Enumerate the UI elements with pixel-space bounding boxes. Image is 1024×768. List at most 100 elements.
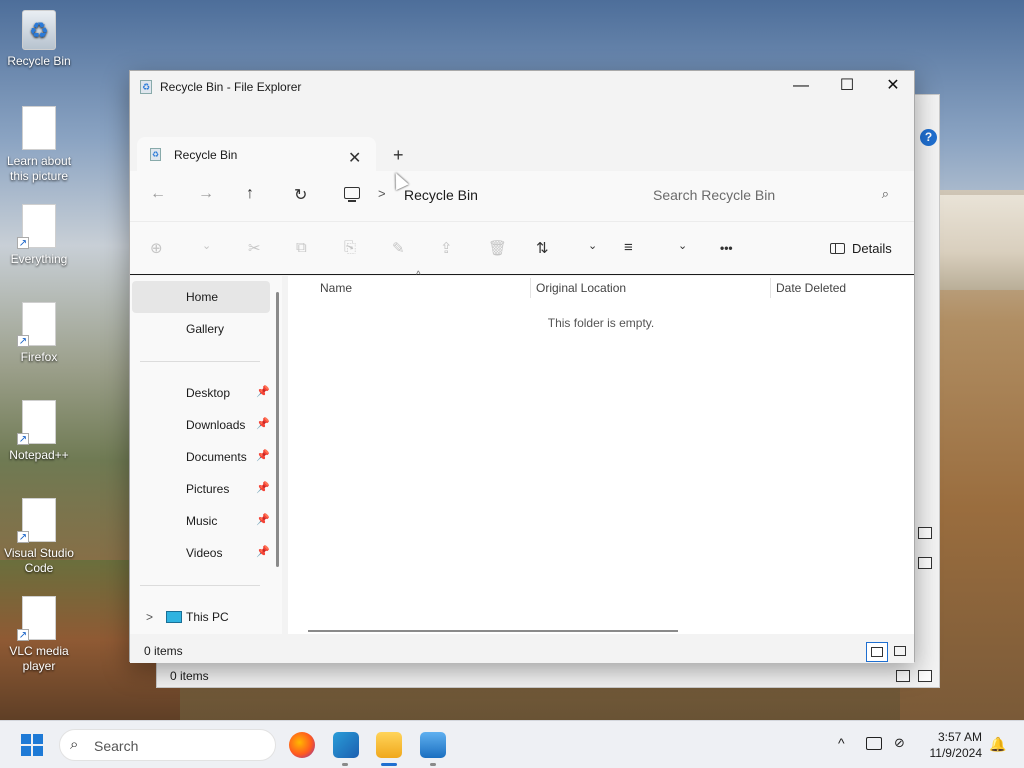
breadcrumb-separator[interactable]: > — [378, 186, 386, 201]
desktop-icon-firefox[interactable]: ↗ Firefox — [4, 302, 74, 365]
close-button[interactable]: ✕ — [870, 71, 916, 101]
taskbar-search-box[interactable]: ⌕ Search — [59, 729, 276, 761]
title-bar[interactable]: ♻ Recycle Bin - File Explorer — ☐ ✕ — [130, 71, 914, 103]
maximize-button[interactable]: ☐ — [824, 71, 870, 101]
minimize-button[interactable]: — — [778, 71, 824, 101]
file-icon: ↗ — [17, 498, 56, 543]
sidebar-item-label: Pictures — [186, 482, 230, 496]
details-view-icon[interactable] — [896, 670, 910, 682]
help-icon[interactable]: ? — [920, 129, 937, 146]
sidebar-item-desktop[interactable]: Desktop 📌 — [132, 377, 270, 409]
status-bar: 0 items — [130, 637, 914, 663]
cut-button[interactable]: ✂ — [248, 239, 261, 257]
breadcrumb-recycle-bin[interactable]: Recycle Bin — [404, 187, 478, 203]
pin-icon[interactable]: 📌 — [256, 417, 270, 430]
more-options-button[interactable]: ••• — [720, 241, 733, 255]
back-button[interactable]: ← — [150, 185, 166, 203]
navigation-bar: ← → ↑ ↻ > Recycle Bin Search Recycle Bin… — [130, 171, 914, 221]
sidebar-item-label: Home — [186, 290, 219, 304]
desktop-icon-learn-about-picture[interactable]: Learn about this picture — [4, 106, 74, 184]
column-header-name[interactable]: Name — [320, 281, 352, 295]
share-button[interactable]: ⇪ — [440, 239, 453, 257]
file-list[interactable]: ^ Name Original Location Date Deleted Th… — [288, 270, 914, 634]
desktop-icon-everything[interactable]: ↗ Everything — [4, 204, 74, 267]
recycle-bin-icon: ♻ — [22, 10, 56, 50]
sort-button[interactable]: ⇅ — [536, 239, 549, 257]
windows-logo-icon — [21, 734, 31, 744]
details-view-icon[interactable] — [918, 527, 932, 539]
pin-icon[interactable]: 📌 — [256, 513, 270, 526]
tiles-view-icon[interactable] — [918, 557, 932, 569]
column-header-date-deleted[interactable]: Date Deleted — [776, 281, 846, 295]
refresh-button[interactable]: ↻ — [294, 185, 307, 205]
pin-icon[interactable]: 📌 — [256, 481, 270, 494]
sidebar-item-pictures[interactable]: Pictures 📌 — [132, 473, 270, 505]
desktop-icon-recycle-bin[interactable]: ♻ Recycle Bin — [4, 10, 74, 69]
system-clock[interactable]: 3:57 AM 11/9/2024 — [920, 729, 983, 761]
window-title: Recycle Bin - File Explorer — [160, 80, 302, 94]
search-input[interactable]: Search Recycle Bin ⌕ — [641, 179, 903, 211]
address-bar[interactable]: > Recycle Bin — [332, 179, 632, 211]
tiles-view-icon[interactable] — [918, 670, 932, 682]
details-view-button[interactable] — [866, 642, 888, 662]
windows-logo-icon — [33, 734, 43, 744]
this-pc-icon — [166, 611, 182, 623]
column-divider[interactable] — [770, 278, 771, 298]
photos-taskbar-icon[interactable] — [420, 732, 446, 758]
notification-bell-icon[interactable]: 🔔 — [989, 736, 1006, 753]
new-dropdown-icon[interactable]: ⌄ — [202, 239, 211, 252]
paste-button[interactable]: ⎘ — [344, 239, 356, 256]
empty-folder-message: This folder is empty. — [547, 316, 655, 330]
rename-button[interactable]: ✎ — [392, 239, 405, 257]
desktop-icon-notepad-plus-plus[interactable]: ↗ Notepad++ — [4, 400, 74, 463]
sidebar-item-label: Desktop — [186, 386, 231, 400]
new-button[interactable]: ⊕ — [150, 239, 163, 257]
copy-button[interactable]: ⧉ — [296, 239, 307, 256]
sidebar-item-label: Videos — [186, 546, 223, 560]
sidebar-item-music[interactable]: Music 📌 — [132, 505, 270, 537]
up-button[interactable]: ↑ — [246, 185, 254, 203]
sidebar-scrollbar[interactable] — [276, 292, 279, 567]
desktop-icon-label: Everything — [10, 252, 68, 266]
chevron-right-icon[interactable]: > — [146, 610, 153, 624]
details-pane-button[interactable]: Details — [830, 241, 892, 256]
sidebar-item-this-pc[interactable]: > This PC — [132, 601, 270, 633]
tiles-view-icon — [894, 646, 906, 656]
volume-muted-icon[interactable]: ⊘ — [894, 735, 905, 751]
tab-close-icon[interactable]: ✕ — [348, 148, 361, 168]
sidebar-item-label: Documents — [186, 450, 247, 464]
start-button[interactable] — [21, 734, 43, 756]
desktop-icon-vlc[interactable]: ↗ VLC media player — [4, 596, 74, 674]
show-hidden-icons-chevron[interactable]: ^ — [838, 735, 845, 751]
desktop-icon-vscode[interactable]: ↗ Visual Studio Code — [4, 498, 74, 576]
file-explorer-taskbar-icon[interactable] — [376, 732, 402, 758]
pin-icon[interactable]: 📌 — [256, 385, 270, 398]
sidebar-item-gallery[interactable]: Gallery — [132, 313, 270, 345]
horizontal-scrollbar[interactable] — [308, 630, 678, 632]
view-dropdown-icon[interactable]: ⌄ — [678, 239, 687, 252]
column-divider[interactable] — [530, 278, 531, 298]
firefox-taskbar-icon[interactable] — [289, 732, 315, 758]
tiles-view-button[interactable] — [890, 642, 912, 662]
new-tab-button[interactable]: + — [393, 145, 404, 166]
file-explorer-window[interactable]: ♻ Recycle Bin - File Explorer — ☐ ✕ ♻ Re… — [129, 70, 915, 663]
tab-recycle-bin[interactable]: ♻ Recycle Bin — [137, 137, 376, 171]
sidebar-item-label: Music — [186, 514, 218, 528]
sidebar-item-documents[interactable]: Documents 📌 — [132, 441, 270, 473]
navigation-pane: Home Gallery Desktop 📌 Downloads 📌 Documen… — [130, 276, 282, 634]
sort-dropdown-icon[interactable]: ⌄ — [588, 239, 597, 252]
forward-button[interactable]: → — [198, 185, 214, 203]
app-active-indicator — [381, 763, 397, 766]
delete-button[interactable]: 🗑 — [488, 239, 507, 257]
vscode-taskbar-icon[interactable] — [333, 732, 359, 758]
pin-icon[interactable]: 📌 — [256, 449, 270, 462]
pin-icon[interactable]: 📌 — [256, 545, 270, 558]
search-placeholder: Search — [94, 738, 139, 754]
view-button[interactable]: ≡ — [624, 239, 633, 256]
column-header-original-location[interactable]: Original Location — [536, 281, 626, 295]
tab-label: Recycle Bin — [174, 148, 238, 162]
sidebar-item-downloads[interactable]: Downloads 📌 — [132, 409, 270, 441]
sidebar-item-home[interactable]: Home — [132, 281, 270, 313]
network-icon[interactable] — [866, 737, 882, 750]
sidebar-item-videos[interactable]: Videos 📌 — [132, 537, 270, 569]
